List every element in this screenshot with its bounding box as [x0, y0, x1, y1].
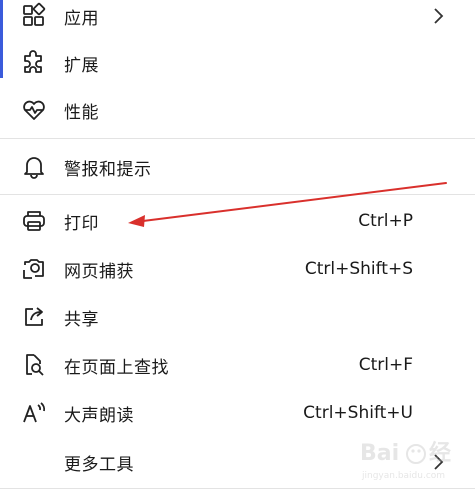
menu-item-label: 打印: [64, 213, 99, 234]
menu-divider: [0, 138, 475, 139]
menu-item-web-capture[interactable]: 网页捕获 Ctrl+Shift+S: [0, 246, 475, 292]
menu-item-find-on-page[interactable]: 在页面上查找 Ctrl+F: [0, 342, 475, 388]
shortcut-label: Ctrl+F: [358, 355, 413, 375]
share-icon: [21, 304, 47, 330]
apps-icon: [21, 2, 47, 29]
shortcut-label: Ctrl+Shift+S: [304, 259, 413, 279]
svg-text:jingyan.baidu.com: jingyan.baidu.com: [361, 471, 445, 481]
menu-item-label: 更多工具: [64, 454, 134, 475]
bell-icon: [21, 154, 47, 180]
menu-item-alerts-and-tips[interactable]: 警报和提示: [0, 144, 475, 190]
menu-divider: [0, 488, 475, 489]
extensions-icon: [21, 50, 47, 76]
menu-item-print[interactable]: 打印 Ctrl+P: [0, 198, 475, 244]
menu-item-label: 应用: [64, 8, 99, 29]
menu-item-label: 在页面上查找: [64, 357, 169, 378]
performance-icon: [21, 97, 47, 123]
menu-item-performance[interactable]: 性能: [0, 87, 475, 133]
read-aloud-icon: [21, 400, 47, 426]
menu-item-label: 警报和提示: [64, 159, 152, 180]
menu-item-extensions[interactable]: 扩展: [0, 40, 475, 86]
svg-text:经: 经: [429, 440, 451, 466]
menu-item-label: 扩展: [64, 55, 99, 76]
find-on-page-icon: [21, 352, 47, 378]
web-capture-icon: [21, 256, 47, 282]
menu-item-label: 性能: [64, 102, 99, 123]
menu-item-apps[interactable]: 应用: [0, 0, 475, 39]
watermark-logo: Bai 经 jingyan.baidu.com: [360, 440, 451, 481]
menu-item-label: 共享: [64, 309, 99, 330]
browser-settings-menu: 应用 扩展 性能 警报和提示 打印 Ctrl+P 网页捕获 Ctrl+Shift…: [0, 0, 475, 493]
menu-item-label: 大声朗读: [64, 405, 134, 426]
shortcut-label: Ctrl+P: [358, 211, 413, 231]
svg-text:Bai: Bai: [360, 441, 399, 466]
printer-icon: [21, 208, 47, 234]
menu-item-share[interactable]: 共享: [0, 294, 475, 340]
chevron-right-icon: [434, 8, 444, 24]
shortcut-label: Ctrl+Shift+U: [303, 403, 413, 423]
menu-item-label: 网页捕获: [64, 261, 134, 282]
menu-divider: [0, 194, 475, 195]
